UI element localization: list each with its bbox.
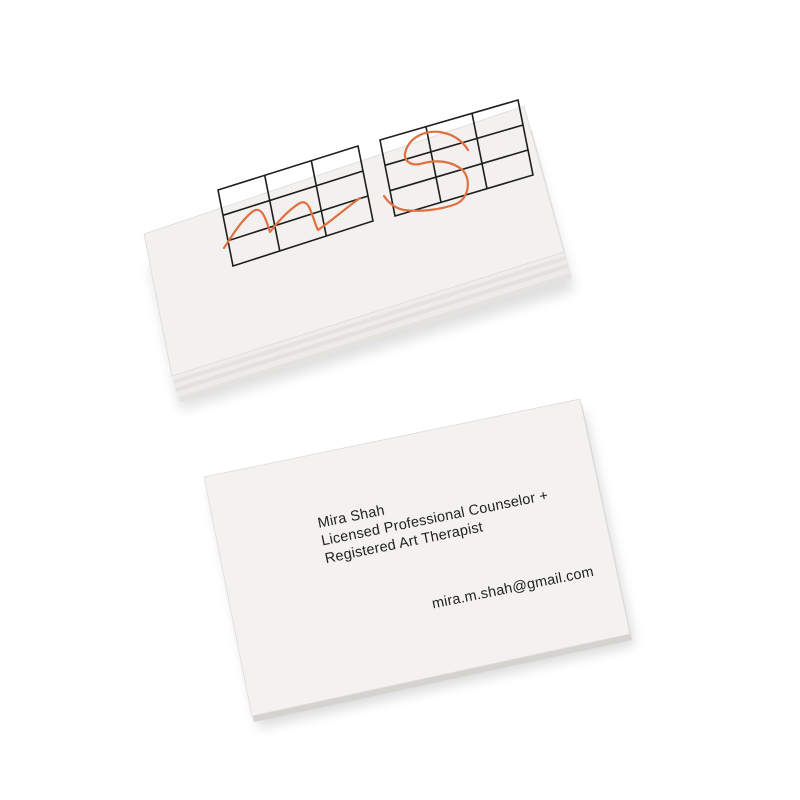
front-card: Mira Shah Licensed Professional Counselo… <box>203 398 635 728</box>
front-card-face <box>203 398 631 717</box>
mockup-illustration: Mira Shah Licensed Professional Counselo… <box>143 98 635 728</box>
card-stack <box>143 98 575 410</box>
business-card-mockup: Mira Shah Licensed Professional Counselo… <box>0 0 800 800</box>
